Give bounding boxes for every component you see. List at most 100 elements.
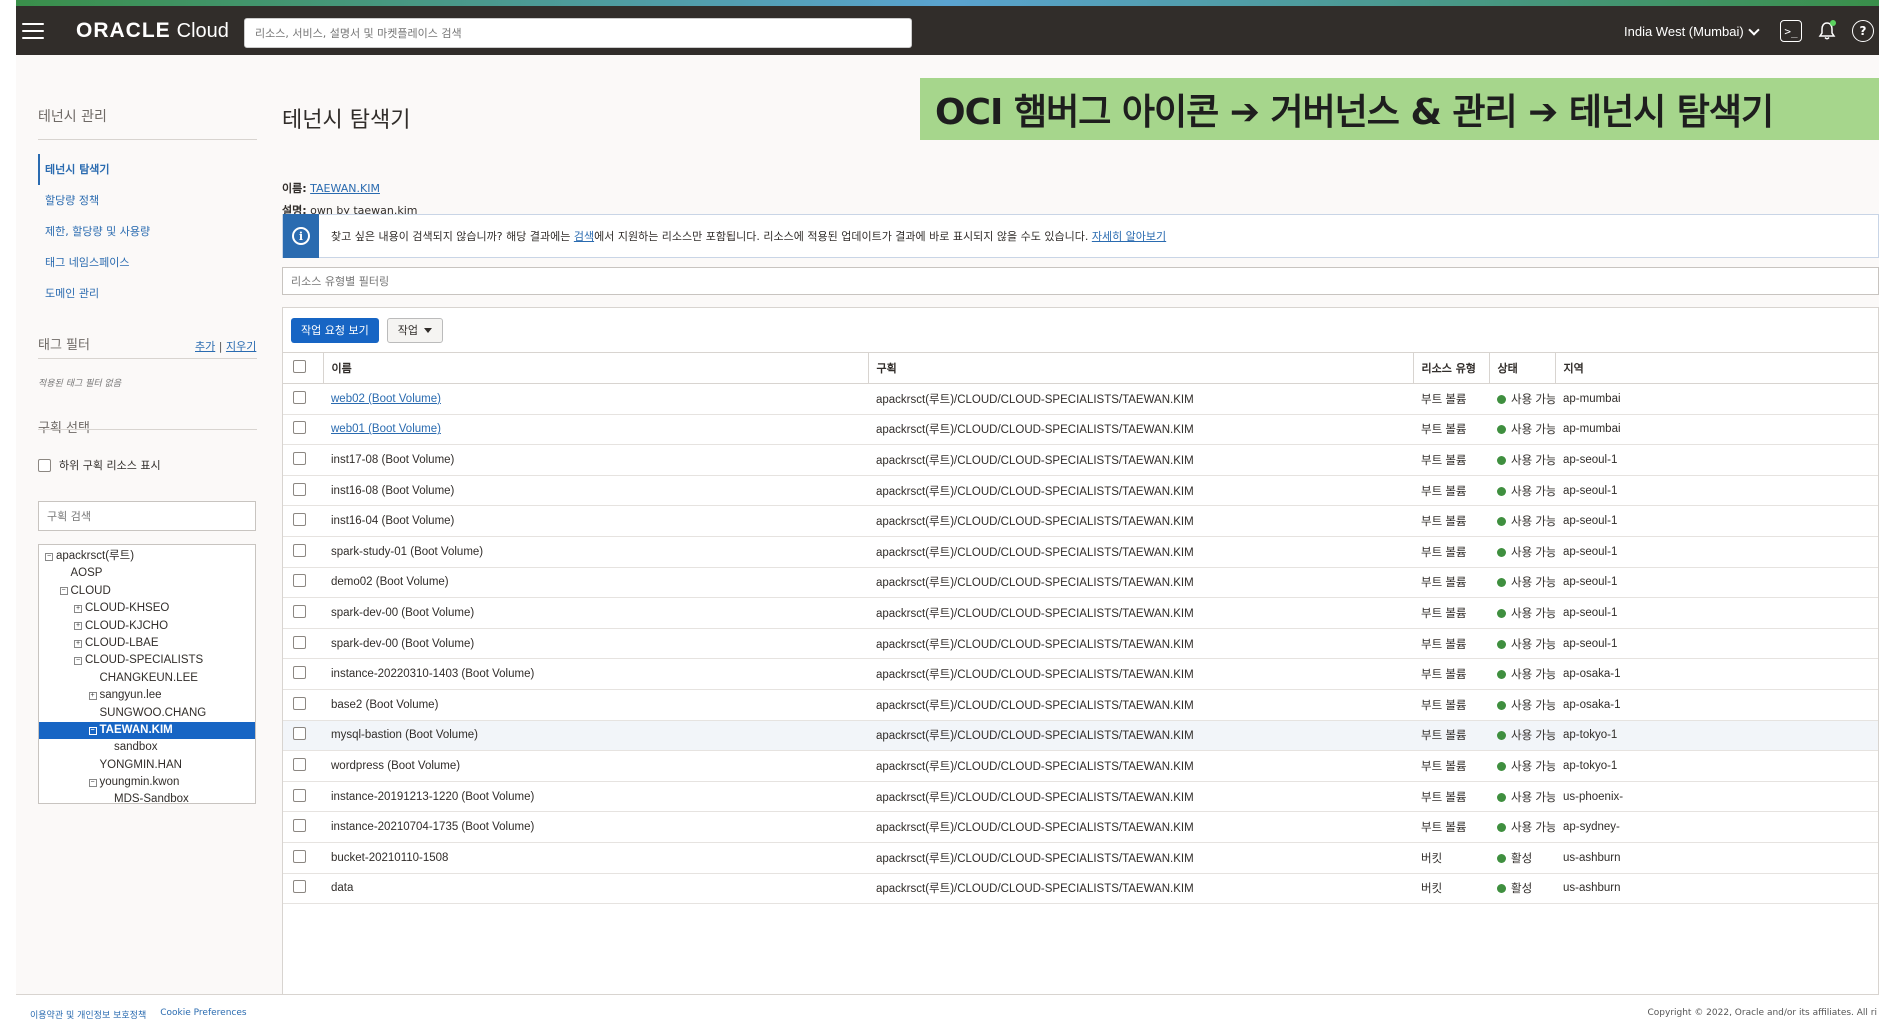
search-help-link[interactable]: 검색	[574, 230, 594, 243]
resource-type-cell: 부트 볼륨	[1413, 689, 1489, 721]
tree-node[interactable]: CHANGKEUN.LEE	[39, 670, 255, 687]
resource-name-link[interactable]: web02 (Boot Volume)	[331, 393, 441, 405]
tree-node[interactable]: SUNGWOO.CHANG	[39, 705, 255, 722]
tag-filter-add-link[interactable]: 추가	[195, 340, 215, 353]
cloud-shell-icon[interactable]: >_	[1780, 20, 1802, 42]
tree-node[interactable]: + sangyun.lee	[39, 687, 255, 704]
row-checkbox[interactable]	[293, 635, 306, 649]
column-header-state[interactable]: 상태	[1489, 352, 1556, 384]
tree-node[interactable]: − CLOUD-SPECIALISTS	[39, 652, 255, 669]
cookie-preferences-link[interactable]: Cookie Preferences	[160, 1008, 246, 1021]
row-checkbox[interactable]	[293, 757, 306, 771]
state-cell: 사용 가능	[1489, 628, 1555, 660]
help-icon[interactable]: ?	[1852, 20, 1874, 42]
sidebar-nav-item[interactable]: 태그 네임스페이스	[38, 247, 260, 278]
view-work-requests-button[interactable]: 작업 요청 보기	[291, 317, 379, 343]
tree-node[interactable]: − CLOUD	[39, 583, 255, 600]
table-row[interactable]: spark-dev-00 (Boot Volume) apackrsct(루트)/…	[283, 597, 1878, 629]
region-selector[interactable]: India West (Mumbai)	[1624, 23, 1760, 39]
select-all-checkbox[interactable]	[293, 360, 306, 373]
row-checkbox[interactable]	[293, 451, 306, 465]
row-checkbox[interactable]	[293, 819, 306, 833]
tree-node[interactable]: + CLOUD-LBAE	[39, 635, 255, 652]
column-header-region[interactable]: 지역	[1555, 352, 1878, 384]
row-checkbox[interactable]	[293, 727, 306, 741]
resource-type-filter-input[interactable]	[282, 267, 1879, 295]
collapse-icon[interactable]: −	[59, 587, 68, 596]
collapse-icon[interactable]: −	[74, 657, 82, 666]
table-row[interactable]: web02 (Boot Volume) apackrsct(루트)/CLOUD/C…	[283, 383, 1878, 415]
expand-icon[interactable]: +	[74, 622, 82, 631]
table-row[interactable]: instance-20210704-1735 (Boot Volume) apac…	[283, 811, 1878, 843]
table-row[interactable]: web01 (Boot Volume) apackrsct(루트)/CLOUD/C…	[283, 414, 1878, 446]
table-row[interactable]: inst16-08 (Boot Volume) apackrsct(루트)/CLO…	[283, 475, 1878, 507]
global-search-input[interactable]	[244, 18, 912, 48]
expand-icon[interactable]: +	[88, 691, 97, 700]
hamburger-menu-icon[interactable]	[22, 22, 44, 39]
compartment-search-input[interactable]	[38, 501, 256, 531]
oracle-cloud-logo[interactable]: ORACLE Cloud	[76, 19, 229, 43]
sidebar-nav-item[interactable]: 제한, 할당량 및 사용량	[38, 216, 260, 247]
table-row[interactable]: inst16-04 (Boot Volume) apackrsct(루트)/CLO…	[283, 505, 1878, 537]
row-checkbox[interactable]	[293, 390, 306, 404]
collapse-icon[interactable]: −	[88, 726, 97, 735]
resource-name-cell: inst17-08 (Boot Volume)	[323, 444, 868, 476]
table-row[interactable]: bucket-20210110-1508 apackrsct(루트)/CLOUD/…	[283, 842, 1878, 874]
table-row[interactable]: data apackrsct(루트)/CLOUD/CLOUD-SPECIALIST…	[283, 873, 1878, 905]
actions-dropdown-button[interactable]: 작업	[386, 317, 443, 343]
resource-type-cell: 부트 볼륨	[1413, 628, 1489, 660]
table-row[interactable]: instance-20220310-1403 (Boot Volume) apac…	[283, 658, 1878, 690]
sidebar-nav-item[interactable]: 도메인 관리	[38, 278, 260, 309]
row-checkbox[interactable]	[293, 880, 306, 894]
state-cell: 사용 가능	[1489, 444, 1555, 476]
tree-node[interactable]: sandbox	[39, 739, 255, 756]
learn-more-link[interactable]: 자세히 알아보기	[1092, 230, 1166, 243]
row-checkbox[interactable]	[293, 421, 306, 435]
column-header-type[interactable]: 리소스 유형	[1413, 352, 1490, 384]
row-checkbox[interactable]	[293, 604, 306, 618]
table-row[interactable]: demo02 (Boot Volume) apackrsct(루트)/CLOUD/…	[283, 567, 1878, 599]
tree-node[interactable]: + CLOUD-KHSEO	[39, 600, 255, 617]
row-checkbox[interactable]	[293, 666, 306, 680]
collapse-icon[interactable]: −	[45, 552, 53, 561]
table-row[interactable]: spark-dev-00 (Boot Volume) apackrsct(루트)/…	[283, 628, 1878, 660]
table-row[interactable]: wordpress (Boot Volume) apackrsct(루트)/CLO…	[283, 750, 1878, 782]
child-compartment-checkbox[interactable]	[38, 458, 51, 472]
terms-privacy-link[interactable]: 이용약관 및 개인정보 보호정책	[30, 1008, 146, 1021]
tree-node[interactable]: MDS-Sandbox	[39, 791, 255, 804]
resource-type-cell: 부트 볼륨	[1413, 781, 1489, 813]
row-checkbox[interactable]	[293, 696, 306, 710]
table-row[interactable]: spark-study-01 (Boot Volume) apackrsct(루트…	[283, 536, 1878, 568]
region-cell: ap-seoul-1	[1555, 444, 1878, 476]
tree-node[interactable]: − apackrsct(루트)	[39, 548, 255, 565]
expand-icon[interactable]: +	[74, 639, 82, 648]
table-row[interactable]: base2 (Boot Volume) apackrsct(루트)/CLOUD/C…	[283, 689, 1878, 721]
tree-node-label: MDS-Sandbox	[114, 793, 189, 804]
table-row[interactable]: instance-20191213-1220 (Boot Volume) apac…	[283, 781, 1878, 813]
sidebar-nav-item[interactable]: 할당량 정책	[38, 185, 260, 216]
row-checkbox[interactable]	[293, 788, 306, 802]
tree-node[interactable]: − youngmin.kwon	[39, 774, 255, 791]
caret-down-icon	[423, 327, 432, 333]
tree-node[interactable]: YONGMIN.HAN	[39, 757, 255, 774]
table-row[interactable]: inst17-08 (Boot Volume) apackrsct(루트)/CLO…	[283, 444, 1878, 476]
child-compartment-toggle[interactable]: 하위 구획 리소스 표시	[38, 457, 161, 473]
collapse-icon[interactable]: −	[88, 778, 97, 787]
tree-node[interactable]: + CLOUD-KJCHO	[39, 618, 255, 635]
row-checkbox[interactable]	[293, 574, 306, 588]
table-row[interactable]: mysql-bastion (Boot Volume) apackrsct(루트)…	[283, 720, 1878, 752]
notification-bell-icon[interactable]	[1816, 20, 1838, 42]
tree-node[interactable]: AOSP	[39, 565, 255, 582]
row-checkbox[interactable]	[293, 543, 306, 557]
expand-icon[interactable]: +	[74, 604, 82, 613]
sidebar-nav-item[interactable]: 테넌시 탐색기	[38, 154, 260, 185]
row-checkbox[interactable]	[293, 849, 306, 863]
column-header-compartment[interactable]: 구획	[868, 352, 1414, 384]
tree-node[interactable]: − TAEWAN.KIM	[39, 721, 255, 740]
column-header-name[interactable]: 이름	[323, 352, 869, 384]
row-checkbox[interactable]	[293, 513, 306, 527]
tenancy-name-link[interactable]: TAEWAN.KIM	[310, 182, 380, 195]
tag-filter-clear-link[interactable]: 지우기	[226, 340, 256, 353]
resource-name-link[interactable]: web01 (Boot Volume)	[331, 423, 441, 435]
row-checkbox[interactable]	[293, 482, 306, 496]
